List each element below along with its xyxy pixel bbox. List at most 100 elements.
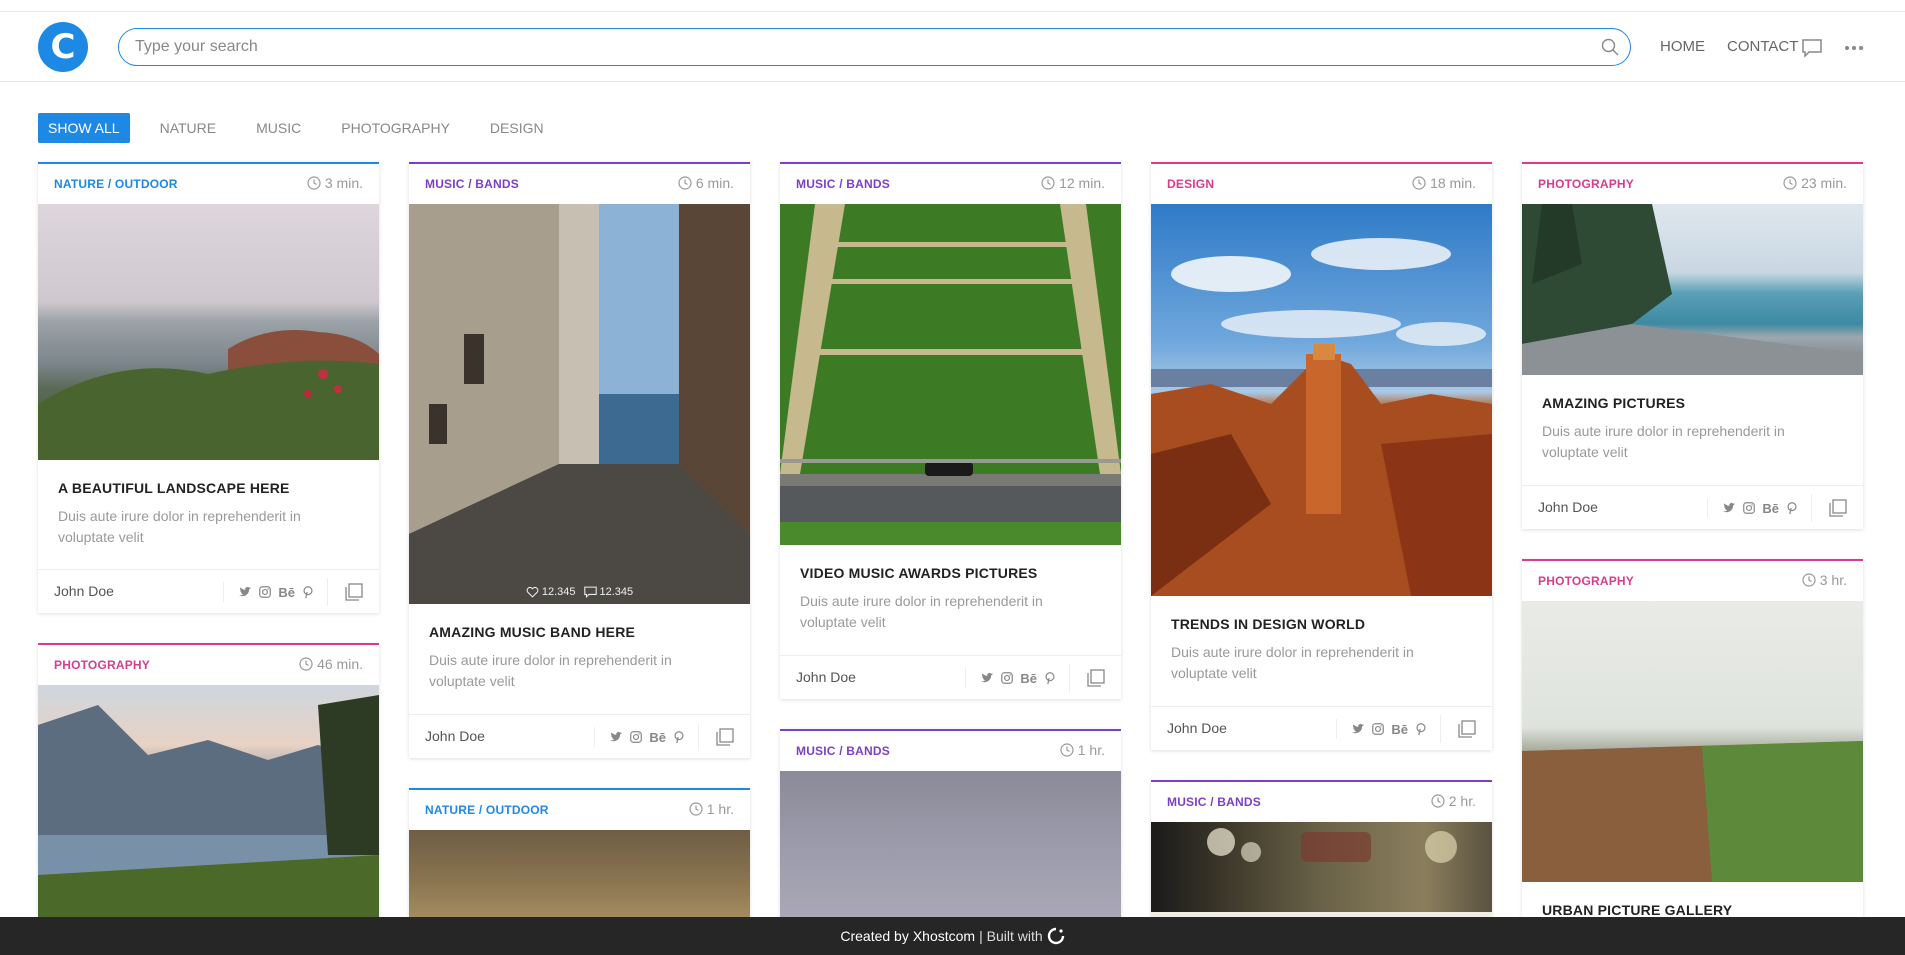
pinterest-icon[interactable] xyxy=(301,585,315,599)
main-nav: HOME CONTACT xyxy=(1660,36,1798,58)
footer-brand-link[interactable]: Xhostcom xyxy=(913,928,975,944)
post-author[interactable]: John Doe xyxy=(425,728,485,744)
post-title[interactable]: VIDEO MUSIC AWARDS PICTURES xyxy=(800,565,1101,581)
post-category[interactable]: PHOTOGRAPHY xyxy=(1538,177,1634,191)
bookmark-button[interactable] xyxy=(1811,494,1863,522)
post-category[interactable]: MUSIC / BANDS xyxy=(425,177,519,191)
behance-icon[interactable]: Bē xyxy=(1762,501,1779,516)
post-stats: 12.345 12.345 xyxy=(409,586,750,598)
field-art xyxy=(780,204,1121,545)
likes-count[interactable]: 12.345 xyxy=(526,586,576,598)
post-category[interactable]: MUSIC / BANDS xyxy=(1167,795,1261,809)
post-image[interactable] xyxy=(780,204,1121,545)
post-time: 18 min. xyxy=(1412,175,1476,191)
share-links: Bē xyxy=(1707,498,1799,518)
filter-bar: SHOW ALL NATURE MUSIC PHOTOGRAPHY DESIGN xyxy=(38,113,564,143)
post-card[interactable]: MUSIC / BANDS 6 min. 12.345 12.345 AMAZI… xyxy=(409,162,750,758)
behance-icon[interactable]: Bē xyxy=(1020,671,1037,686)
post-time-text: 18 min. xyxy=(1430,175,1476,191)
post-excerpt: Duis aute irure dolor in reprehenderit i… xyxy=(1171,644,1414,681)
post-card[interactable]: PHOTOGRAPHY 3 hr. URBAN PICTURE GALLERY xyxy=(1522,559,1863,955)
post-card[interactable]: NATURE / OUTDOOR 3 min. A BEAUTIFUL LAND… xyxy=(38,162,379,613)
pinterest-icon[interactable] xyxy=(1785,501,1799,515)
post-time-text: 46 min. xyxy=(317,656,363,672)
bookmark-button[interactable] xyxy=(327,578,379,606)
post-image[interactable] xyxy=(38,685,379,925)
post-card[interactable]: PHOTOGRAPHY 46 min. xyxy=(38,643,379,955)
post-author[interactable]: John Doe xyxy=(54,583,114,599)
search-bar[interactable] xyxy=(118,28,1631,66)
post-title[interactable]: A BEAUTIFUL LANDSCAPE HERE xyxy=(58,480,359,496)
behance-icon[interactable]: Bē xyxy=(278,585,295,600)
twitter-icon[interactable] xyxy=(980,671,994,685)
logo[interactable]: C xyxy=(38,22,88,72)
behance-icon[interactable]: Bē xyxy=(649,730,666,745)
instagram-icon[interactable] xyxy=(1742,501,1756,515)
bookmark-button[interactable] xyxy=(1440,715,1492,743)
search-input[interactable] xyxy=(135,29,1575,65)
post-footer: John Doe Bē xyxy=(780,655,1121,699)
more-icon[interactable] xyxy=(1842,36,1866,60)
nav-contact[interactable]: CONTACT xyxy=(1727,36,1798,58)
bookmark-icon xyxy=(716,728,734,746)
builder-logo-icon[interactable] xyxy=(1047,927,1065,945)
post-author[interactable]: John Doe xyxy=(1167,720,1227,736)
post-time-text: 6 min. xyxy=(695,175,734,191)
share-links: Bē xyxy=(594,727,686,747)
pinterest-icon[interactable] xyxy=(672,730,686,744)
post-image[interactable]: 12.345 12.345 xyxy=(409,204,750,604)
instagram-icon[interactable] xyxy=(629,730,643,744)
site-footer: Created by Xhostcom | Built with xyxy=(0,917,1905,955)
post-title[interactable]: URBAN PICTURE GALLERY xyxy=(1542,902,1843,918)
twitter-icon[interactable] xyxy=(1351,722,1365,736)
search-icon[interactable] xyxy=(1600,37,1620,57)
post-category[interactable]: PHOTOGRAPHY xyxy=(54,658,150,672)
lake-art xyxy=(38,695,379,925)
post-card[interactable]: PHOTOGRAPHY 23 min. AMAZING PICTURES Dui… xyxy=(1522,162,1863,529)
bookmark-icon xyxy=(1829,499,1847,517)
post-title[interactable]: AMAZING PICTURES xyxy=(1542,395,1843,411)
instagram-icon[interactable] xyxy=(1371,722,1385,736)
post-category[interactable]: NATURE / OUTDOOR xyxy=(425,803,549,817)
instagram-icon[interactable] xyxy=(1000,671,1014,685)
pinterest-icon[interactable] xyxy=(1414,722,1428,736)
instagram-icon[interactable] xyxy=(258,585,272,599)
post-image[interactable] xyxy=(1522,601,1863,882)
twitter-icon[interactable] xyxy=(238,585,252,599)
bookmark-button[interactable] xyxy=(698,723,750,751)
post-time: 6 min. xyxy=(678,175,734,191)
filter-design[interactable]: DESIGN xyxy=(480,113,554,143)
pinterest-icon[interactable] xyxy=(1043,671,1057,685)
share-links: Bē xyxy=(223,582,315,602)
post-footer: John Doe Bē xyxy=(1522,485,1863,529)
nav-home[interactable]: HOME xyxy=(1660,36,1705,58)
filter-photography[interactable]: PHOTOGRAPHY xyxy=(331,113,460,143)
post-card[interactable]: MUSIC / BANDS 12 min. VIDEO MUSIC AWARDS… xyxy=(780,162,1121,699)
chat-icon[interactable] xyxy=(1800,36,1824,60)
post-category[interactable]: NATURE / OUTDOOR xyxy=(54,177,178,191)
post-category[interactable]: DESIGN xyxy=(1167,177,1214,191)
comments-count[interactable]: 12.345 xyxy=(583,586,633,598)
post-image[interactable] xyxy=(38,204,379,460)
filter-nature[interactable]: NATURE xyxy=(150,113,227,143)
post-image[interactable] xyxy=(1151,204,1492,596)
filter-music[interactable]: MUSIC xyxy=(246,113,311,143)
twitter-icon[interactable] xyxy=(609,730,623,744)
filter-show-all[interactable]: SHOW ALL xyxy=(38,113,130,143)
clock-icon xyxy=(1802,573,1816,587)
post-image[interactable] xyxy=(1522,204,1863,375)
post-title[interactable]: AMAZING MUSIC BAND HERE xyxy=(429,624,730,640)
behance-icon[interactable]: Bē xyxy=(1391,722,1408,737)
post-title[interactable]: TRENDS IN DESIGN WORLD xyxy=(1171,616,1472,632)
post-card[interactable]: DESIGN 18 min. TRENDS IN DESIGN WORLD Du… xyxy=(1151,162,1492,750)
twitter-icon[interactable] xyxy=(1722,501,1736,515)
post-time: 12 min. xyxy=(1041,175,1105,191)
bookmark-icon xyxy=(345,583,363,601)
landscape-art xyxy=(38,330,379,460)
post-category[interactable]: PHOTOGRAPHY xyxy=(1538,574,1634,588)
post-author[interactable]: John Doe xyxy=(796,669,856,685)
post-category[interactable]: MUSIC / BANDS xyxy=(796,177,890,191)
bookmark-button[interactable] xyxy=(1069,664,1121,692)
post-author[interactable]: John Doe xyxy=(1538,499,1598,515)
post-category[interactable]: MUSIC / BANDS xyxy=(796,744,890,758)
